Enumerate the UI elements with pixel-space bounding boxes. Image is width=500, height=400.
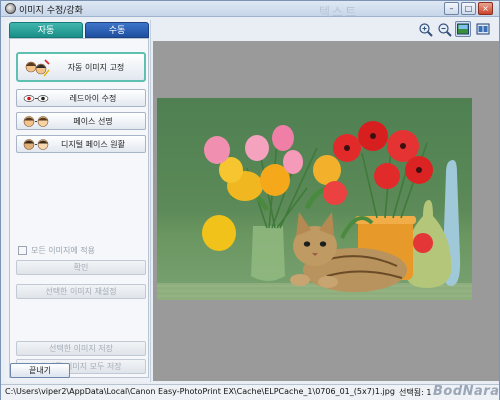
viewer-toolbar	[153, 19, 499, 39]
auto-image-fix-button[interactable]: 자동 이미지 고정	[16, 52, 146, 82]
file-path-text: C:\Users\viper2\AppData\Local\Canon Easy…	[5, 387, 395, 396]
digital-face-smoothing-label: 디지털 페이스 원활	[61, 140, 125, 149]
save-selected-button[interactable]: 선택한 이미지 저장	[16, 341, 146, 356]
single-view-icon	[457, 23, 469, 35]
image-viewer[interactable]	[153, 41, 499, 381]
ok-button[interactable]: 확인	[16, 260, 146, 275]
apply-all-checkbox[interactable]	[18, 246, 27, 255]
compare-view-button[interactable]	[475, 21, 491, 37]
single-view-button[interactable]	[455, 21, 471, 37]
zoom-in-icon	[419, 23, 433, 37]
tab-auto[interactable]: 자동	[9, 22, 83, 38]
compare-view-icon	[476, 23, 490, 35]
watermark-logo: BodNara	[433, 384, 500, 399]
red-eye-fix-label: 레드아이 수정	[69, 94, 117, 103]
close-window-button[interactable]: ×	[478, 2, 493, 15]
face-sharpen-button[interactable]: 페이스 선명	[16, 112, 146, 130]
status-bar: C:\Users\viper2\AppData\Local\Canon Easy…	[1, 384, 499, 400]
reset-selected-button[interactable]: 선택한 이미지 재설정	[16, 284, 146, 299]
app-window: 이미지 수정/강화 텍스트 – □ × 자동 수동 자동 이미지 고정 레드아이…	[0, 0, 500, 400]
auto-image-fix-label: 자동 이미지 고정	[67, 63, 125, 72]
title-ghost-text: 텍스트	[319, 5, 359, 19]
face-sharpen-label: 페이스 선명	[73, 117, 113, 126]
app-icon	[5, 3, 16, 14]
title-bar[interactable]: 이미지 수정/강화 텍스트 – □ ×	[1, 1, 499, 19]
photo-flowers-kitten	[157, 121, 472, 300]
apply-all-row[interactable]: 모든 이미지에 적용	[18, 245, 148, 257]
zoom-in-button[interactable]	[417, 21, 433, 37]
window-title: 이미지 수정/강화	[19, 6, 83, 16]
apply-all-label: 모든 이미지에 적용	[31, 246, 95, 255]
maximize-button[interactable]: □	[461, 2, 476, 15]
left-panel: 자동 수동 자동 이미지 고정 레드아이 수정 페이스 선명 디지털 페이스 원…	[5, 20, 151, 382]
auto-tab-panel: 자동 이미지 고정 레드아이 수정 페이스 선명 디지털 페이스 원활 모든 이…	[9, 38, 149, 378]
digital-face-smoothing-button[interactable]: 디지털 페이스 원활	[16, 135, 146, 153]
zoom-out-button[interactable]	[436, 21, 452, 37]
preview-photo[interactable]	[157, 98, 472, 300]
red-eye-fix-button[interactable]: 레드아이 수정	[16, 89, 146, 107]
close-button[interactable]: 끝내기	[10, 363, 70, 378]
zoom-out-icon	[438, 23, 452, 37]
selected-count-text: 선택됨: 1	[399, 388, 432, 397]
minimize-button[interactable]: –	[444, 2, 459, 15]
tab-manual[interactable]: 수동	[85, 22, 149, 38]
